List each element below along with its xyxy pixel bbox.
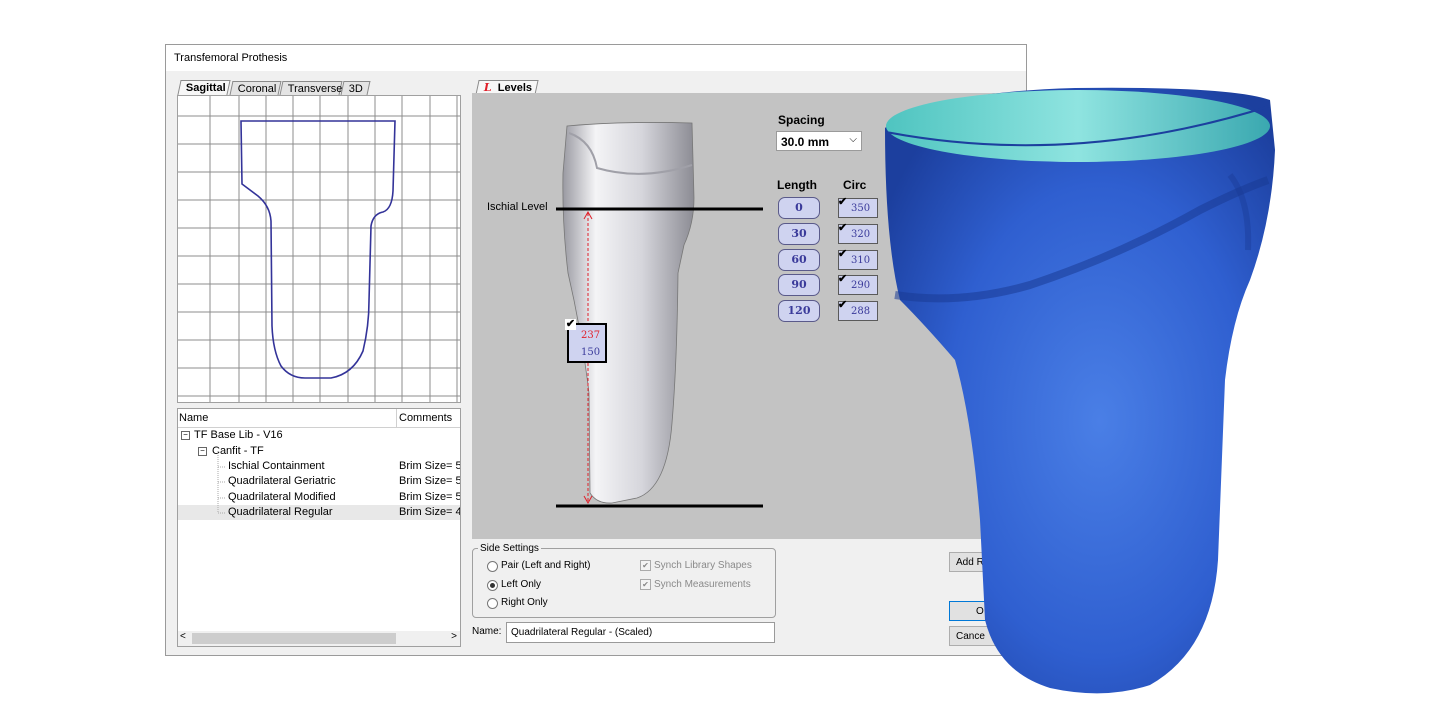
blue-socket-body (885, 87, 1275, 694)
blue-socket-opening (886, 90, 1270, 162)
socket-3d-render (885, 87, 1275, 694)
